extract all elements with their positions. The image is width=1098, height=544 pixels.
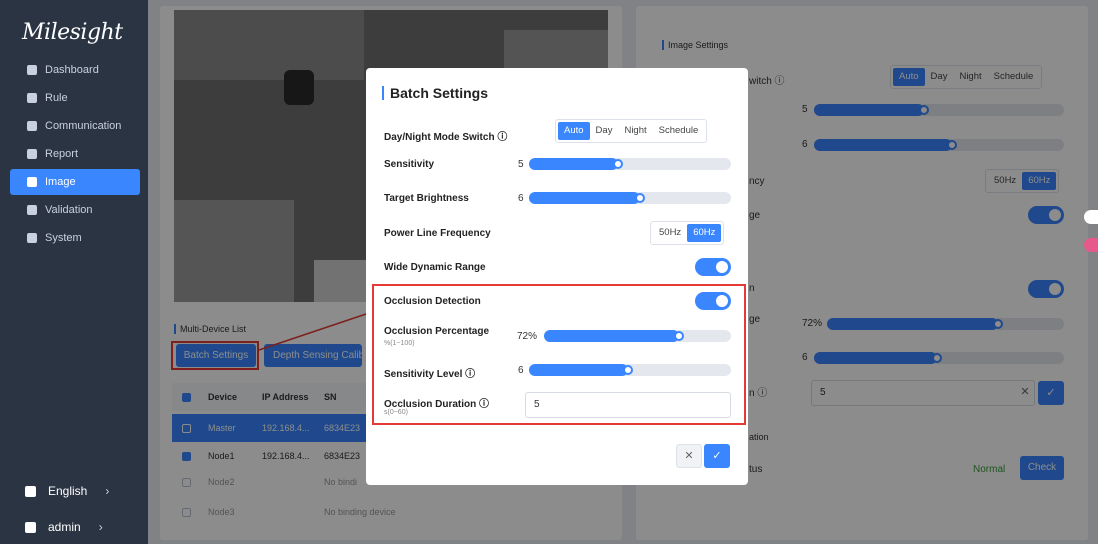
float-tool-icon[interactable] (1084, 210, 1098, 224)
mode-option-schedule[interactable]: Schedule (653, 122, 705, 140)
check-icon[interactable]: ✓ (704, 444, 730, 468)
freq-option-60hz[interactable]: 60Hz (687, 224, 722, 242)
freq-label: Power Line Frequency (384, 228, 491, 239)
close-icon[interactable]: ✕ (676, 444, 702, 468)
mode-switch[interactable]: Auto Day Night Schedule (555, 119, 708, 143)
mode-option-day[interactable]: Day (590, 122, 619, 140)
mode-switch-label: Day/Night Mode Switch ⓘ (384, 132, 508, 143)
freq-switch[interactable]: 50Hz 60Hz (650, 221, 725, 245)
freq-option-50hz[interactable]: 50Hz (653, 224, 687, 242)
mode-option-night[interactable]: Night (618, 122, 652, 140)
wdr-label: Wide Dynamic Range (384, 262, 486, 273)
sensitivity-value: 5 (518, 159, 524, 170)
float-help-icon[interactable] (1084, 238, 1098, 252)
mode-option-auto[interactable]: Auto (558, 122, 590, 140)
sensitivity-label: Sensitivity (384, 159, 435, 170)
occlusion-section-highlight (372, 284, 746, 425)
brightness-value: 6 (518, 193, 524, 204)
dialog-title: Batch Settings (382, 85, 488, 101)
brightness-slider[interactable] (529, 192, 731, 204)
sensitivity-slider[interactable] (529, 158, 731, 170)
brightness-label: Target Brightness (384, 193, 469, 204)
wdr-toggle[interactable] (695, 258, 731, 276)
